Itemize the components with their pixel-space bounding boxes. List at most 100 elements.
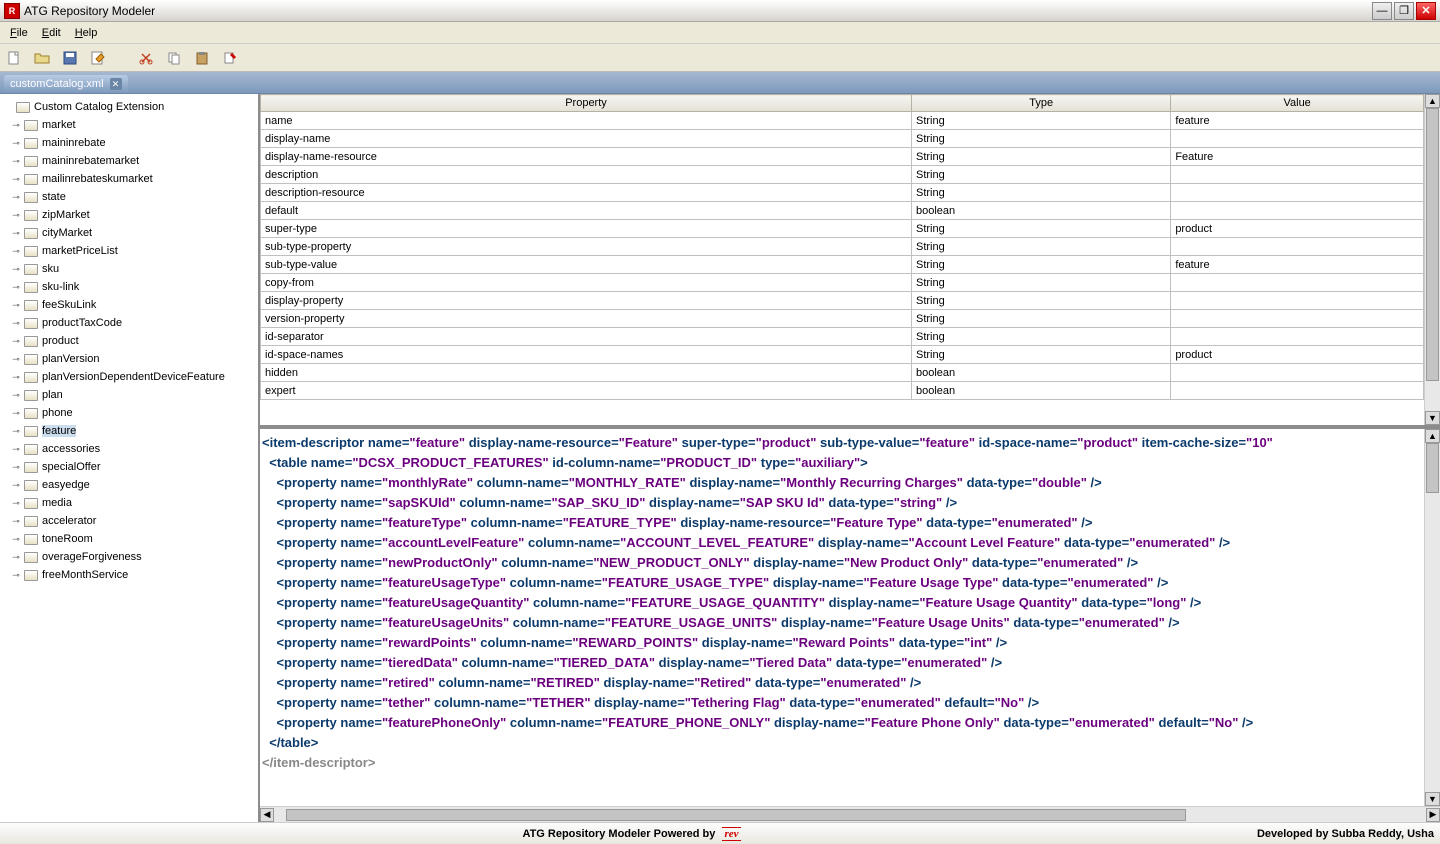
tab-close-icon[interactable]: ✕: [110, 78, 122, 90]
expand-icon[interactable]: ⊸: [12, 301, 20, 309]
expand-icon[interactable]: ⊸: [12, 319, 20, 327]
tree-item-mailinrebateskumarket[interactable]: ⊸mailinrebateskumarket: [12, 170, 254, 188]
scroll-down-icon[interactable]: ▼: [1425, 792, 1440, 806]
cell[interactable]: copy-from: [261, 274, 912, 292]
table-row[interactable]: sub-type-propertyString: [261, 238, 1424, 256]
scroll-right-icon[interactable]: ▶: [1426, 808, 1440, 822]
expand-icon[interactable]: ⊸: [12, 337, 20, 345]
tree-item-zipMarket[interactable]: ⊸zipMarket: [12, 206, 254, 224]
tab-customcatalog[interactable]: customCatalog.xml ✕: [4, 75, 128, 93]
tree-item-state[interactable]: ⊸state: [12, 188, 254, 206]
cell[interactable]: String: [912, 328, 1171, 346]
expand-icon[interactable]: ⊸: [12, 247, 20, 255]
cell[interactable]: [1171, 292, 1424, 310]
expand-icon[interactable]: ⊸: [12, 391, 20, 399]
tree-item-specialOffer[interactable]: ⊸specialOffer: [12, 458, 254, 476]
maximize-button[interactable]: ❐: [1394, 2, 1414, 20]
expand-icon[interactable]: ⊸: [12, 445, 20, 453]
cell[interactable]: super-type: [261, 220, 912, 238]
cell[interactable]: String: [912, 256, 1171, 274]
cell[interactable]: String: [912, 220, 1171, 238]
cell[interactable]: product: [1171, 220, 1424, 238]
cell[interactable]: product: [1171, 346, 1424, 364]
table-row[interactable]: super-typeStringproduct: [261, 220, 1424, 238]
expand-icon[interactable]: ⊸: [12, 499, 20, 507]
tree-item-sku[interactable]: ⊸sku: [12, 260, 254, 278]
column-header[interactable]: Value: [1171, 95, 1424, 112]
tree-root[interactable]: Custom Catalog Extension: [4, 98, 254, 116]
cell[interactable]: feature: [1171, 256, 1424, 274]
tree-item-overageForgiveness[interactable]: ⊸overageForgiveness: [12, 548, 254, 566]
tree-item-market[interactable]: ⊸market: [12, 116, 254, 134]
table-row[interactable]: expertboolean: [261, 382, 1424, 400]
tree-item-marketPriceList[interactable]: ⊸marketPriceList: [12, 242, 254, 260]
cell[interactable]: id-separator: [261, 328, 912, 346]
scroll-thumb[interactable]: [1426, 108, 1439, 381]
table-row[interactable]: id-separatorString: [261, 328, 1424, 346]
scroll-thumb[interactable]: [286, 809, 1186, 821]
cell[interactable]: String: [912, 274, 1171, 292]
table-row[interactable]: nameStringfeature: [261, 112, 1424, 130]
tree-item-maininrebatemarket[interactable]: ⊸maininrebatemarket: [12, 152, 254, 170]
table-row[interactable]: display-name-resourceStringFeature: [261, 148, 1424, 166]
expand-icon[interactable]: ⊸: [12, 427, 20, 435]
cell[interactable]: String: [912, 166, 1171, 184]
expand-icon[interactable]: ⊸: [12, 535, 20, 543]
table-row[interactable]: defaultboolean: [261, 202, 1424, 220]
cell[interactable]: [1171, 310, 1424, 328]
cell[interactable]: [1171, 328, 1424, 346]
expand-icon[interactable]: ⊸: [12, 283, 20, 291]
cell[interactable]: String: [912, 292, 1171, 310]
expand-icon[interactable]: ⊸: [12, 553, 20, 561]
cell[interactable]: [1171, 364, 1424, 382]
table-row[interactable]: copy-fromString: [261, 274, 1424, 292]
tree-item-maininrebate[interactable]: ⊸maininrebate: [12, 134, 254, 152]
cell[interactable]: [1171, 238, 1424, 256]
tree-item-planVersion[interactable]: ⊸planVersion: [12, 350, 254, 368]
tree-item-phone[interactable]: ⊸phone: [12, 404, 254, 422]
expand-icon[interactable]: ⊸: [12, 481, 20, 489]
expand-icon[interactable]: ⊸: [12, 409, 20, 417]
cell[interactable]: display-property: [261, 292, 912, 310]
cell[interactable]: name: [261, 112, 912, 130]
tree-item-freeMonthService[interactable]: ⊸freeMonthService: [12, 566, 254, 584]
menu-edit[interactable]: Edit: [36, 25, 67, 41]
table-row[interactable]: id-space-namesStringproduct: [261, 346, 1424, 364]
menu-help[interactable]: Help: [69, 25, 104, 41]
scroll-up-icon[interactable]: ▲: [1425, 429, 1440, 443]
cell[interactable]: boolean: [912, 202, 1171, 220]
table-scrollbar[interactable]: ▲ ▼: [1424, 94, 1440, 425]
column-header[interactable]: Type: [912, 95, 1171, 112]
expand-icon[interactable]: ⊸: [12, 355, 20, 363]
tree-item-feeSkuLink[interactable]: ⊸feeSkuLink: [12, 296, 254, 314]
tree-item-media[interactable]: ⊸media: [12, 494, 254, 512]
expand-icon[interactable]: ⊸: [12, 193, 20, 201]
new-file-icon[interactable]: [4, 48, 24, 68]
scroll-up-icon[interactable]: ▲: [1425, 94, 1440, 108]
scroll-thumb[interactable]: [1426, 443, 1439, 493]
cell[interactable]: description: [261, 166, 912, 184]
cell[interactable]: String: [912, 346, 1171, 364]
tree-item-sku-link[interactable]: ⊸sku-link: [12, 278, 254, 296]
cell[interactable]: String: [912, 148, 1171, 166]
expand-icon[interactable]: ⊸: [12, 571, 20, 579]
tree-item-easyedge[interactable]: ⊸easyedge: [12, 476, 254, 494]
copy-icon[interactable]: [164, 48, 184, 68]
tree-item-plan[interactable]: ⊸plan: [12, 386, 254, 404]
paste-icon[interactable]: [192, 48, 212, 68]
save-icon[interactable]: [60, 48, 80, 68]
table-row[interactable]: hiddenboolean: [261, 364, 1424, 382]
tree-sidebar[interactable]: Custom Catalog Extension⊸market⊸maininre…: [0, 94, 260, 822]
table-row[interactable]: sub-type-valueStringfeature: [261, 256, 1424, 274]
table-row[interactable]: display-nameString: [261, 130, 1424, 148]
cell[interactable]: String: [912, 184, 1171, 202]
scroll-left-icon[interactable]: ◀: [260, 808, 274, 822]
expand-icon[interactable]: ⊸: [12, 211, 20, 219]
column-header[interactable]: Property: [261, 95, 912, 112]
cell[interactable]: default: [261, 202, 912, 220]
table-row[interactable]: descriptionString: [261, 166, 1424, 184]
cell[interactable]: [1171, 382, 1424, 400]
expand-icon[interactable]: ⊸: [12, 121, 20, 129]
expand-icon[interactable]: ⊸: [12, 139, 20, 147]
cell[interactable]: boolean: [912, 364, 1171, 382]
